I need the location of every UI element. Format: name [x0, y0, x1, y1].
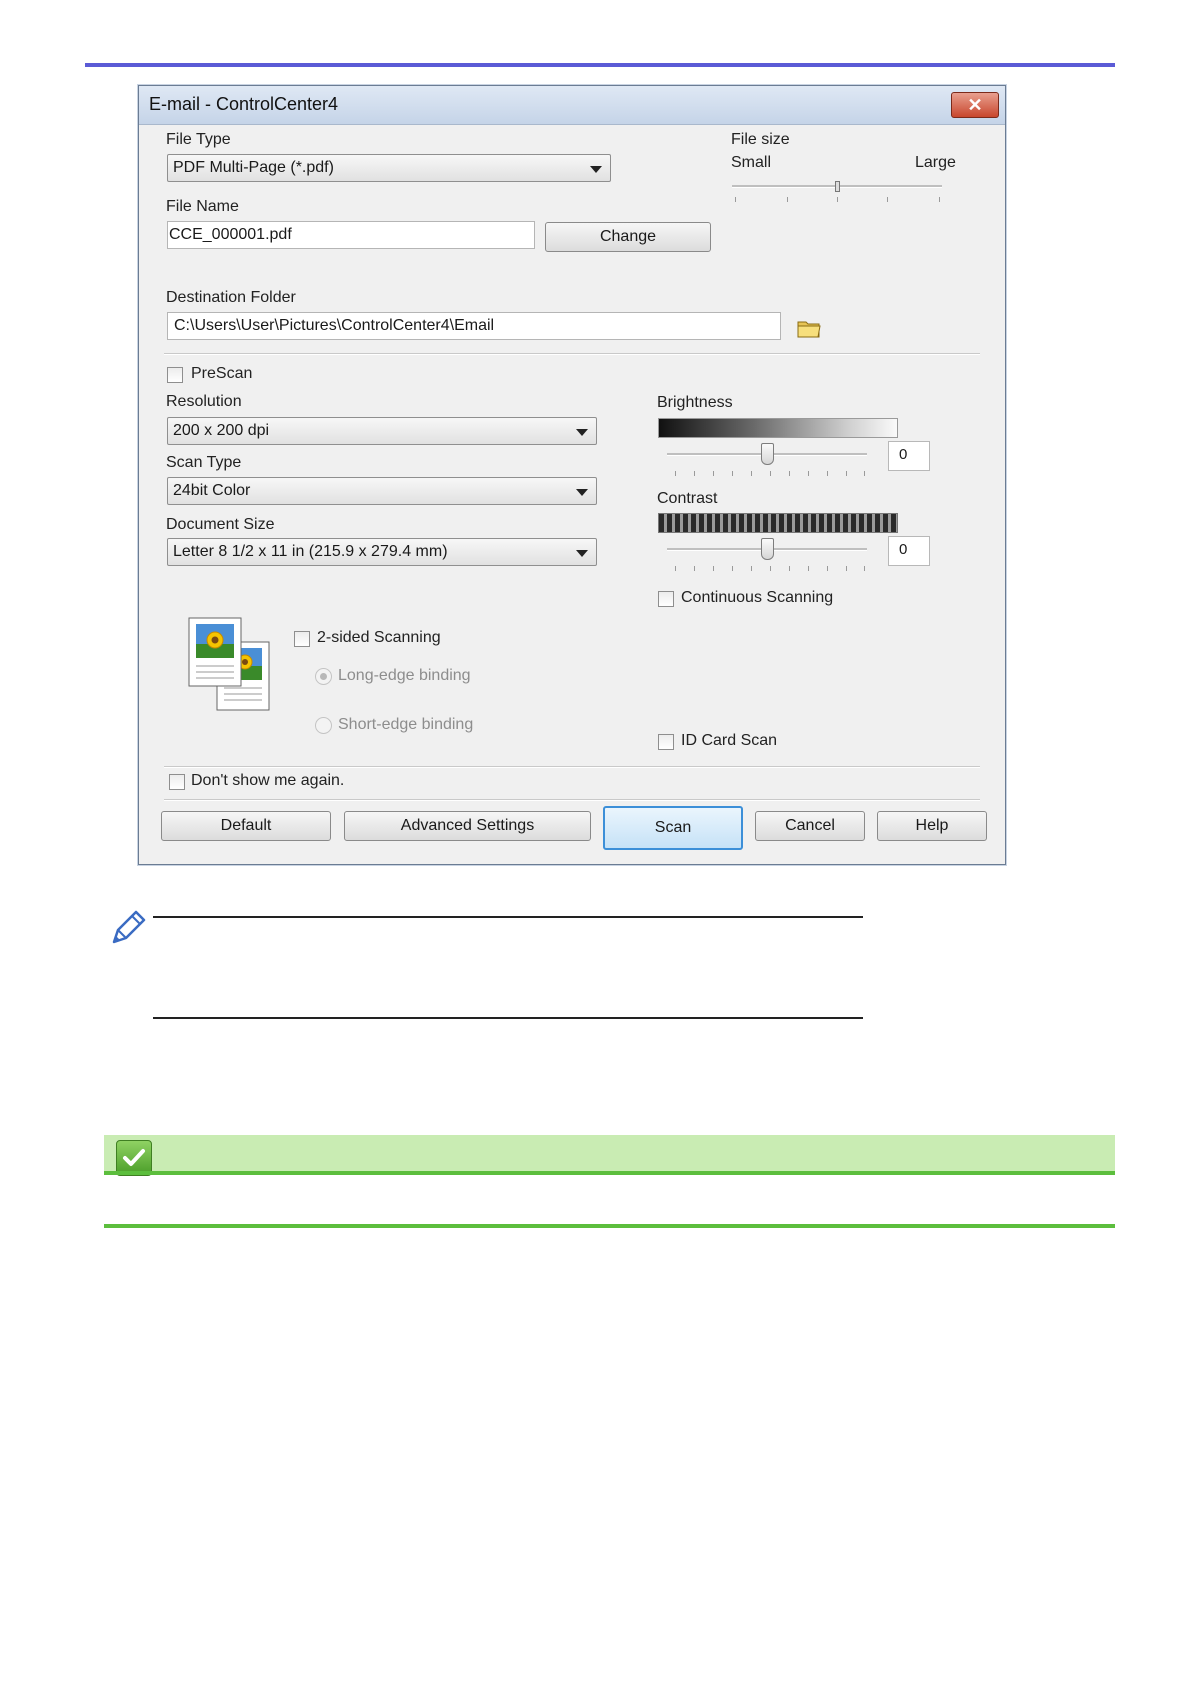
document-size-select[interactable]: Letter 8 1/2 x 11 in (215.9 x 279.4 mm): [167, 538, 597, 566]
separator: [164, 353, 980, 355]
chevron-down-icon: [590, 166, 602, 173]
email-controlcenter4-dialog: E-mail - ControlCenter4 ✕ File Type PDF …: [138, 85, 1006, 865]
destination-folder-label: Destination Folder: [166, 289, 296, 306]
brightness-gradient: [658, 418, 898, 438]
default-button[interactable]: Default: [161, 811, 331, 841]
continuous-scanning-checkbox[interactable]: [658, 591, 674, 607]
two-sided-scanning-checkbox[interactable]: [294, 631, 310, 647]
destination-folder-field[interactable]: C:\Users\User\Pictures\ControlCenter4\Em…: [167, 312, 781, 340]
brightness-slider[interactable]: [667, 441, 867, 481]
scan-type-label: Scan Type: [166, 454, 242, 471]
note-top-rule: [153, 916, 863, 918]
folder-icon[interactable]: [797, 317, 823, 339]
id-card-scan-label: ID Card Scan: [681, 732, 778, 749]
two-sided-scanning-label: 2-sided Scanning: [317, 629, 441, 646]
pencil-icon: [112, 910, 146, 944]
contrast-value-field[interactable]: 0: [888, 536, 930, 566]
destination-folder-value: C:\Users\User\Pictures\ControlCenter4\Em…: [174, 317, 495, 334]
file-size-slider-thumb[interactable]: [835, 181, 840, 192]
contrast-slider[interactable]: [667, 536, 867, 576]
scan-type-value: 24bit Color: [173, 482, 251, 499]
document-size-label: Document Size: [166, 516, 275, 533]
dialog-title: E-mail - ControlCenter4: [149, 94, 339, 114]
file-type-value: PDF Multi-Page (*.pdf): [173, 159, 334, 176]
continuous-scanning-label: Continuous Scanning: [681, 589, 834, 606]
long-edge-binding-radio[interactable]: [315, 668, 332, 685]
scan-type-select[interactable]: 24bit Color: [167, 477, 597, 505]
contrast-slider-thumb[interactable]: [761, 538, 774, 560]
note-bottom-rule: [153, 1017, 863, 1019]
file-size-slider[interactable]: [732, 181, 942, 211]
dont-show-again-checkbox[interactable]: [169, 774, 185, 790]
related-bottom-rule: [104, 1224, 1115, 1228]
file-name-field[interactable]: CCE_000001.pdf: [167, 221, 535, 249]
file-type-select[interactable]: PDF Multi-Page (*.pdf): [167, 154, 611, 182]
file-name-label: File Name: [166, 198, 239, 215]
close-button[interactable]: ✕: [951, 92, 999, 118]
scan-button[interactable]: Scan: [603, 806, 743, 850]
resolution-label: Resolution: [166, 393, 242, 410]
chevron-down-icon: [576, 550, 588, 557]
short-edge-binding-label: Short-edge binding: [338, 716, 474, 733]
two-sided-pages-icon: [188, 617, 270, 711]
file-type-label: File Type: [166, 131, 231, 148]
resolution-select[interactable]: 200 x 200 dpi: [167, 417, 597, 445]
related-band-rule: [104, 1171, 1115, 1175]
separator: [164, 766, 980, 768]
chevron-down-icon: [576, 429, 588, 436]
page-top-rule: [85, 63, 1115, 67]
separator: [164, 799, 980, 801]
chevron-down-icon: [576, 489, 588, 496]
prescan-checkbox[interactable]: [167, 367, 183, 383]
brightness-slider-thumb[interactable]: [761, 443, 774, 465]
cancel-button[interactable]: Cancel: [755, 811, 865, 841]
related-information-band: [104, 1135, 1115, 1175]
resolution-value: 200 x 200 dpi: [173, 422, 270, 439]
change-button[interactable]: Change: [545, 222, 711, 252]
file-size-small-label: Small: [731, 154, 772, 171]
advanced-settings-button[interactable]: Advanced Settings: [344, 811, 591, 841]
brightness-label: Brightness: [657, 394, 733, 411]
long-edge-binding-label: Long-edge binding: [338, 667, 471, 684]
contrast-pattern: [658, 513, 898, 533]
help-button[interactable]: Help: [877, 811, 987, 841]
title-bar: E-mail - ControlCenter4 ✕: [139, 86, 1005, 125]
contrast-label: Contrast: [657, 490, 718, 507]
file-size-large-label: Large: [915, 154, 956, 171]
dont-show-again-label: Don't show me again.: [191, 772, 345, 789]
prescan-label: PreScan: [191, 365, 253, 382]
id-card-scan-checkbox[interactable]: [658, 734, 674, 750]
document-size-value: Letter 8 1/2 x 11 in (215.9 x 279.4 mm): [173, 543, 448, 560]
file-name-value: CCE_000001.pdf: [169, 226, 292, 243]
file-size-label: File size: [731, 131, 790, 148]
brightness-value-field[interactable]: 0: [888, 441, 930, 471]
short-edge-binding-radio[interactable]: [315, 717, 332, 734]
